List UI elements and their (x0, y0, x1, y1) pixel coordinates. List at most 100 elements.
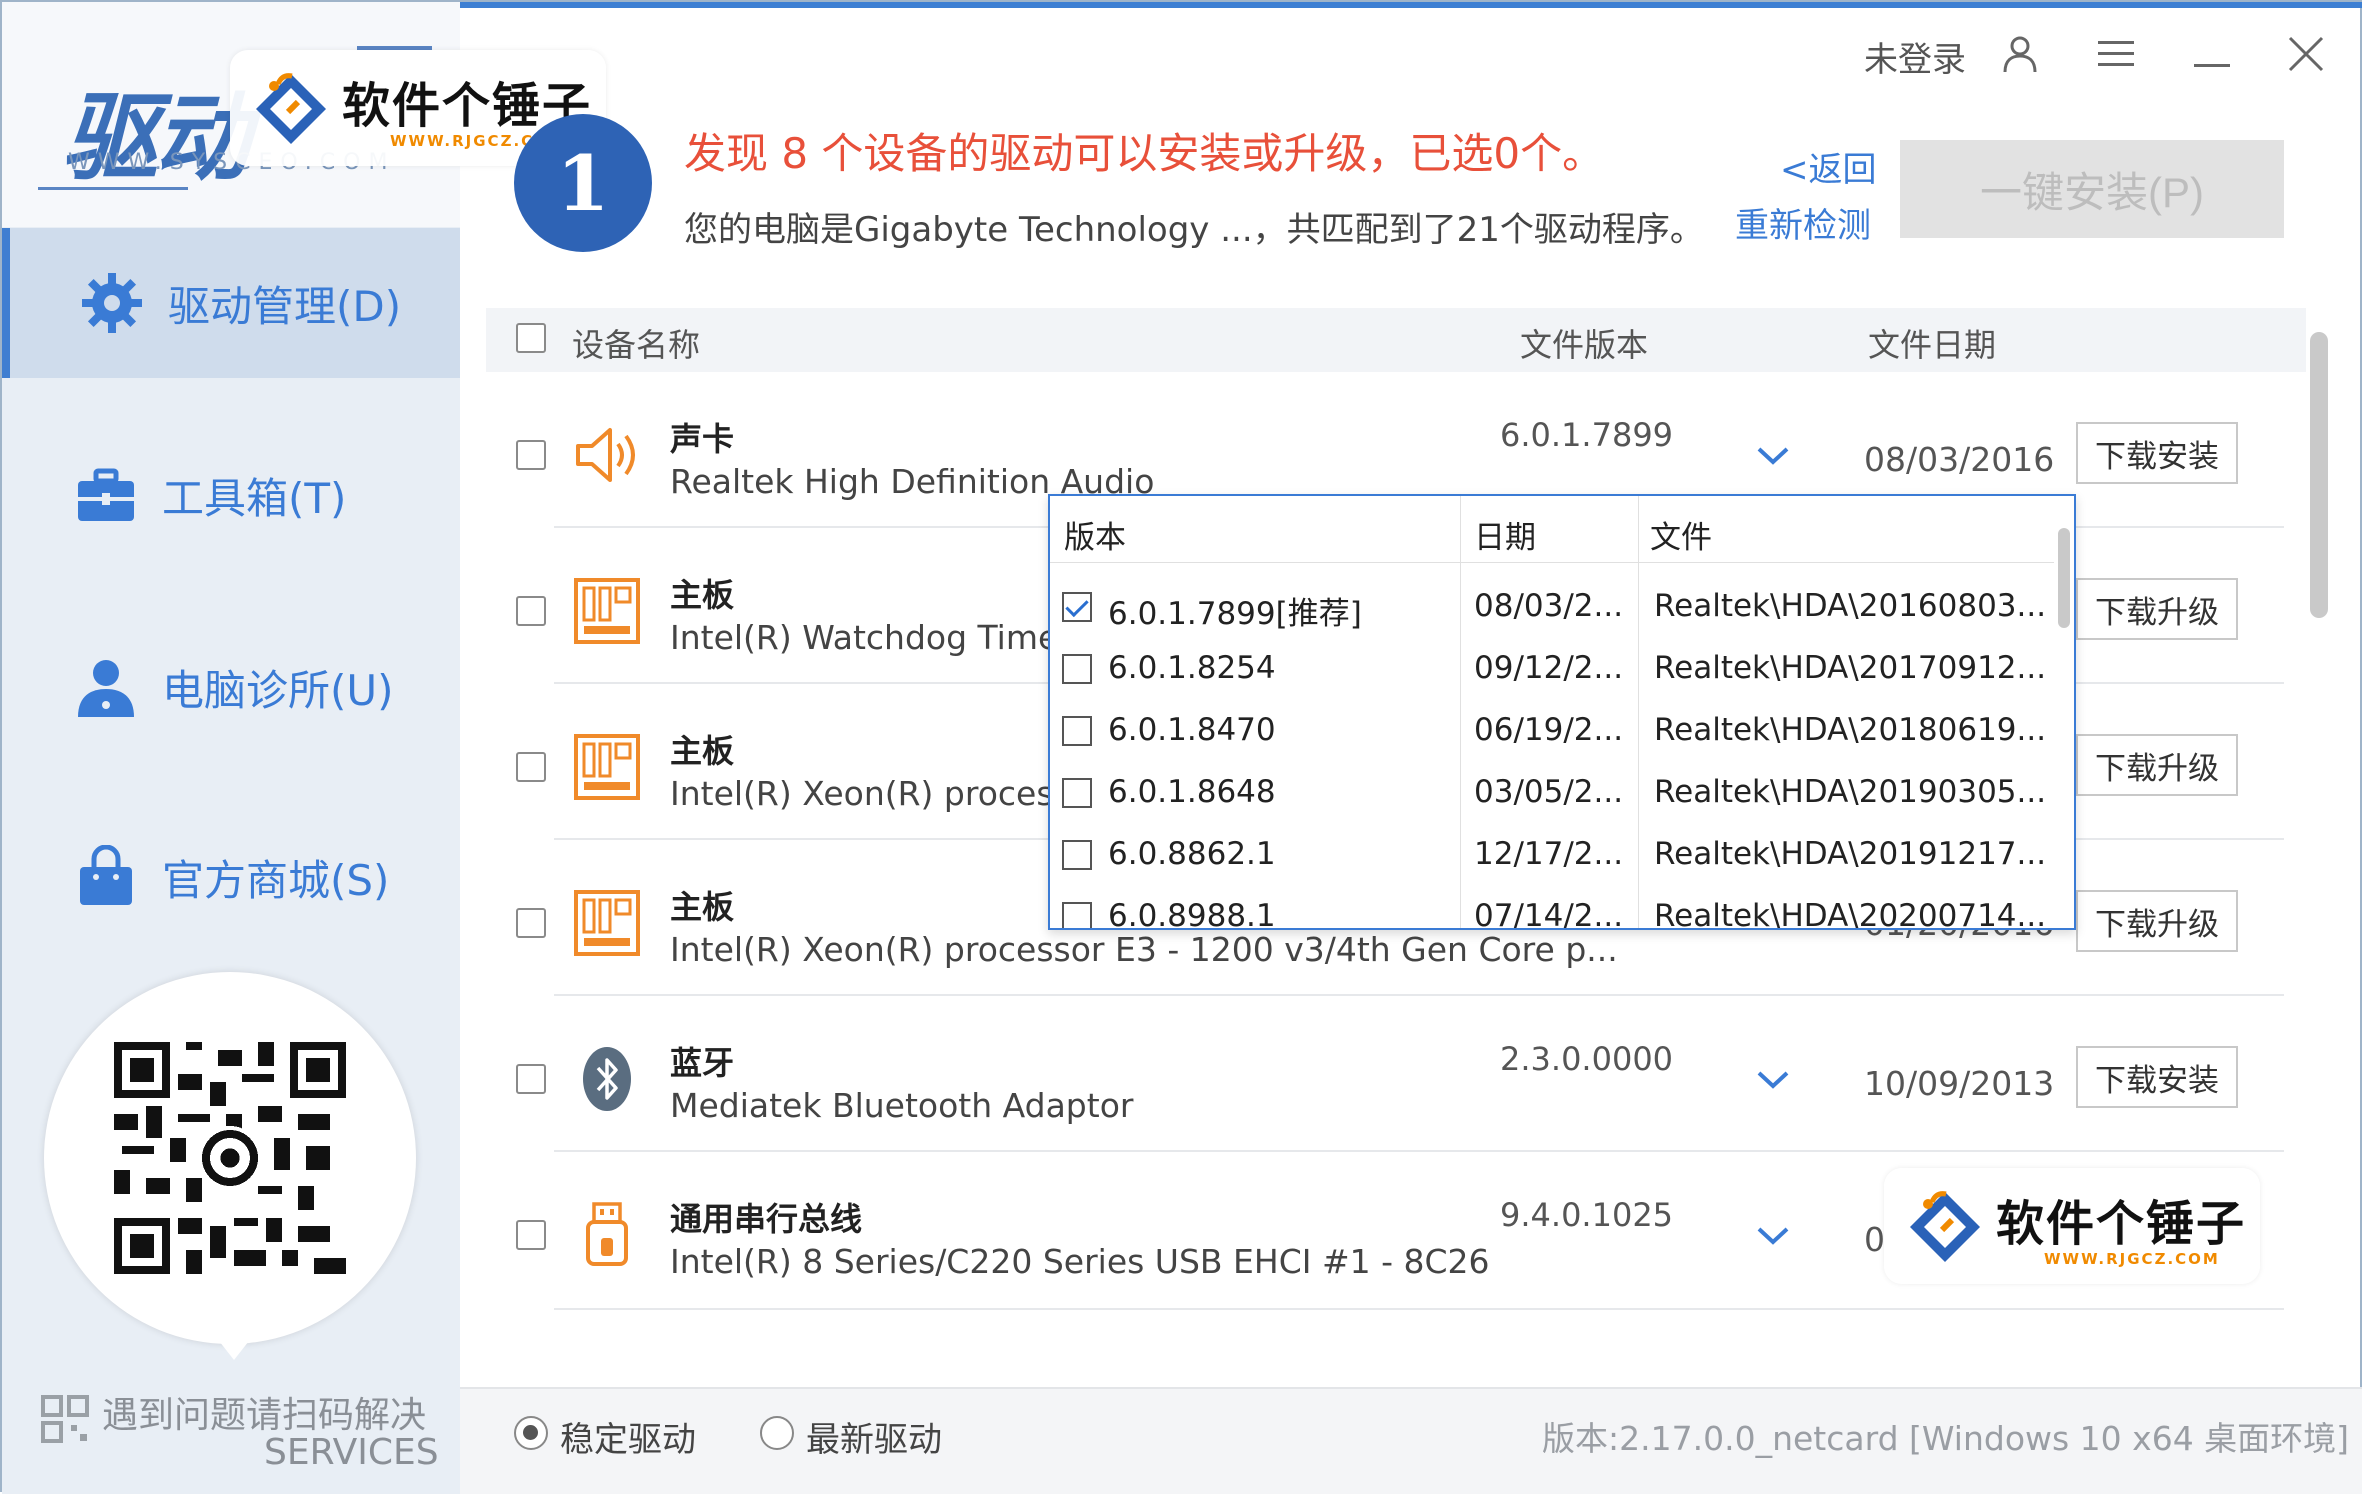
dropdown-date: 06/19/2... (1474, 712, 1624, 748)
column-header-device-name: 设备名称 (572, 326, 701, 364)
sidebar-item-label: 驱动管理(D) (168, 281, 402, 331)
dropdown-file: Realtek\HDA\20191217... (1654, 836, 2047, 872)
latest-driver-radio[interactable] (760, 1416, 794, 1450)
download-upgrade-button[interactable]: 下载升级 (2076, 578, 2238, 640)
row-checkbox[interactable] (516, 1064, 546, 1094)
stable-driver-label: 稳定驱动 (560, 1420, 696, 1460)
usb-icon (586, 1202, 628, 1266)
version-checkbox[interactable] (1062, 902, 1092, 928)
row-checkbox[interactable] (516, 908, 546, 938)
download-upgrade-button[interactable]: 下载升级 (2076, 890, 2238, 952)
row-divider (554, 994, 2284, 996)
qr-code-icon (114, 1042, 346, 1274)
device-name: Mediatek Bluetooth Adaptor (670, 1086, 1134, 1125)
dropdown-version: 6.0.1.8470 (1108, 712, 1276, 748)
device-date: 0 (1864, 1220, 1885, 1259)
dropdown-row[interactable]: 6.0.1.7899[推荐] 08/03/2... Realtek\HDA\20… (1050, 576, 2054, 638)
gear-icon (82, 273, 142, 333)
chevron-down-icon[interactable] (1756, 1226, 1790, 1246)
menu-icon[interactable] (2094, 32, 2138, 76)
download-upgrade-button[interactable]: 下载升级 (2076, 734, 2238, 796)
dropdown-version: 6.0.1.7899[推荐] (1108, 596, 1362, 632)
row-divider (554, 1150, 2284, 1152)
stable-driver-radio[interactable] (514, 1416, 548, 1450)
device-name: Intel(R) 8 Series/C220 Series USB EHCI #… (670, 1242, 1490, 1281)
sidebar-item-label: 工具箱(T) (162, 473, 347, 523)
user-account-icon[interactable] (1998, 32, 2042, 76)
dropdown-row[interactable]: 6.0.1.8254 09/12/2... Realtek\HDA\201709… (1050, 638, 2054, 700)
version-checkbox[interactable] (1062, 840, 1092, 870)
device-category: 主板 (670, 888, 735, 926)
chevron-down-icon[interactable] (1756, 1070, 1790, 1090)
download-install-button[interactable]: 下载安装 (2076, 1046, 2238, 1108)
dropdown-column-version: 版本 (1064, 520, 1126, 556)
motherboard-icon (574, 890, 640, 956)
user-icon (78, 660, 134, 717)
motherboard-icon (574, 734, 640, 800)
dropdown-file: Realtek\HDA\20170912... (1654, 650, 2047, 686)
motherboard-icon (574, 578, 640, 644)
device-category: 蓝牙 (670, 1044, 735, 1082)
dropdown-date: 08/03/2... (1474, 588, 1624, 624)
latest-driver-label: 最新驱动 (806, 1420, 942, 1460)
dropdown-column-file: 文件 (1650, 520, 1712, 556)
version-checkbox[interactable] (1062, 716, 1092, 746)
dropdown-row[interactable]: 6.0.1.8470 06/19/2... Realtek\HDA\201806… (1050, 700, 2054, 762)
login-status[interactable]: 未登录 (1864, 32, 1966, 81)
sidebar-item-driver-manager[interactable]: 驱动管理(D) (2, 228, 460, 378)
dropdown-scrollbar[interactable] (2058, 528, 2070, 628)
sidebar-item-label: 电脑诊所(U) (162, 665, 394, 715)
dropdown-date: 09/12/2... (1474, 650, 1624, 686)
version-info: 版本:2.17.0.0_netcard [Windows 10 x64 桌面环境… (1542, 1419, 2350, 1458)
row-checkbox[interactable] (516, 752, 546, 782)
device-category: 主板 (670, 576, 735, 614)
app-window: 驱动 WWW.SYSCEO.COM 驱动管理(D) 工具箱(T) 电脑诊所(U)… (0, 0, 2362, 1494)
version-dropdown: 版本 日期 文件 6.0.1.7899[推荐] 08/03/2... Realt… (1048, 494, 2076, 930)
dropdown-row[interactable]: 6.0.8988.1 07/14/2... Realtek\HDA\202007… (1050, 886, 2054, 930)
back-link[interactable]: <返回 (1780, 142, 1877, 191)
vertical-scrollbar[interactable] (2310, 332, 2328, 618)
sidebar-item-official-store[interactable]: 官方商城(S) (2, 802, 460, 952)
version-checkbox[interactable] (1062, 778, 1092, 808)
dropdown-row[interactable]: 6.0.1.8648 03/05/2... Realtek\HDA\201903… (1050, 762, 2054, 824)
minimize-icon[interactable] (2190, 32, 2234, 76)
dropdown-date: 07/14/2... (1474, 898, 1624, 930)
qr-bubble-tail (212, 1332, 256, 1360)
column-header-file-version: 文件版本 (1520, 326, 1649, 364)
watermark-title: 软件个锤子 (1996, 1196, 2247, 1252)
download-install-button[interactable]: 下载安装 (2076, 422, 2238, 484)
device-name: Intel(R) Xeon(R) processor E3 - 1200 v3/… (670, 930, 1618, 969)
watermark-bottom: 软件个锤子 WWW.RJGCZ.COM (1884, 1168, 2260, 1284)
dropdown-header: 版本 日期 文件 (1050, 496, 2054, 563)
step-badge: 1 (514, 114, 652, 252)
hammer-logo-icon (256, 73, 326, 144)
row-checkbox[interactable] (516, 440, 546, 470)
version-checkbox[interactable] (1062, 592, 1092, 622)
device-category: 主板 (670, 732, 735, 770)
version-checkbox[interactable] (1062, 654, 1092, 684)
sidebar-item-toolbox[interactable]: 工具箱(T) (2, 420, 460, 570)
table-header (486, 308, 2306, 372)
watermark-url: WWW.RJGCZ.COM (2044, 1250, 2220, 1268)
recheck-link[interactable]: 重新检测 (1735, 198, 1871, 247)
device-category: 通用串行总线 (670, 1200, 863, 1238)
select-all-checkbox[interactable] (516, 323, 546, 353)
device-version: 6.0.1.7899 (1500, 416, 1674, 454)
sidebar-item-pc-clinic[interactable]: 电脑诊所(U) (2, 612, 460, 762)
row-checkbox[interactable] (516, 1220, 546, 1250)
device-category: 声卡 (670, 420, 735, 458)
device-version: 9.4.0.1025 (1500, 1196, 1674, 1234)
one-click-install-button[interactable]: 一键安装(P) (1900, 140, 2284, 238)
row-checkbox[interactable] (516, 596, 546, 626)
device-date: 08/03/2016 (1864, 440, 2055, 479)
help-subtext: SERVICES (264, 1432, 439, 1473)
scan-result-headline: 发现 8 个设备的驱动可以安装或升级，已选0个。 (684, 129, 1605, 178)
close-icon[interactable] (2284, 32, 2328, 76)
dropdown-file: Realtek\HDA\20190305... (1654, 774, 2047, 810)
logo-underline (38, 187, 188, 190)
dropdown-column-date: 日期 (1474, 520, 1536, 556)
chevron-down-icon[interactable] (1756, 446, 1790, 466)
dropdown-date: 03/05/2... (1474, 774, 1624, 810)
dropdown-row[interactable]: 6.0.8862.1 12/17/2... Realtek\HDA\201912… (1050, 824, 2054, 886)
dropdown-version: 6.0.8988.1 (1108, 898, 1276, 930)
